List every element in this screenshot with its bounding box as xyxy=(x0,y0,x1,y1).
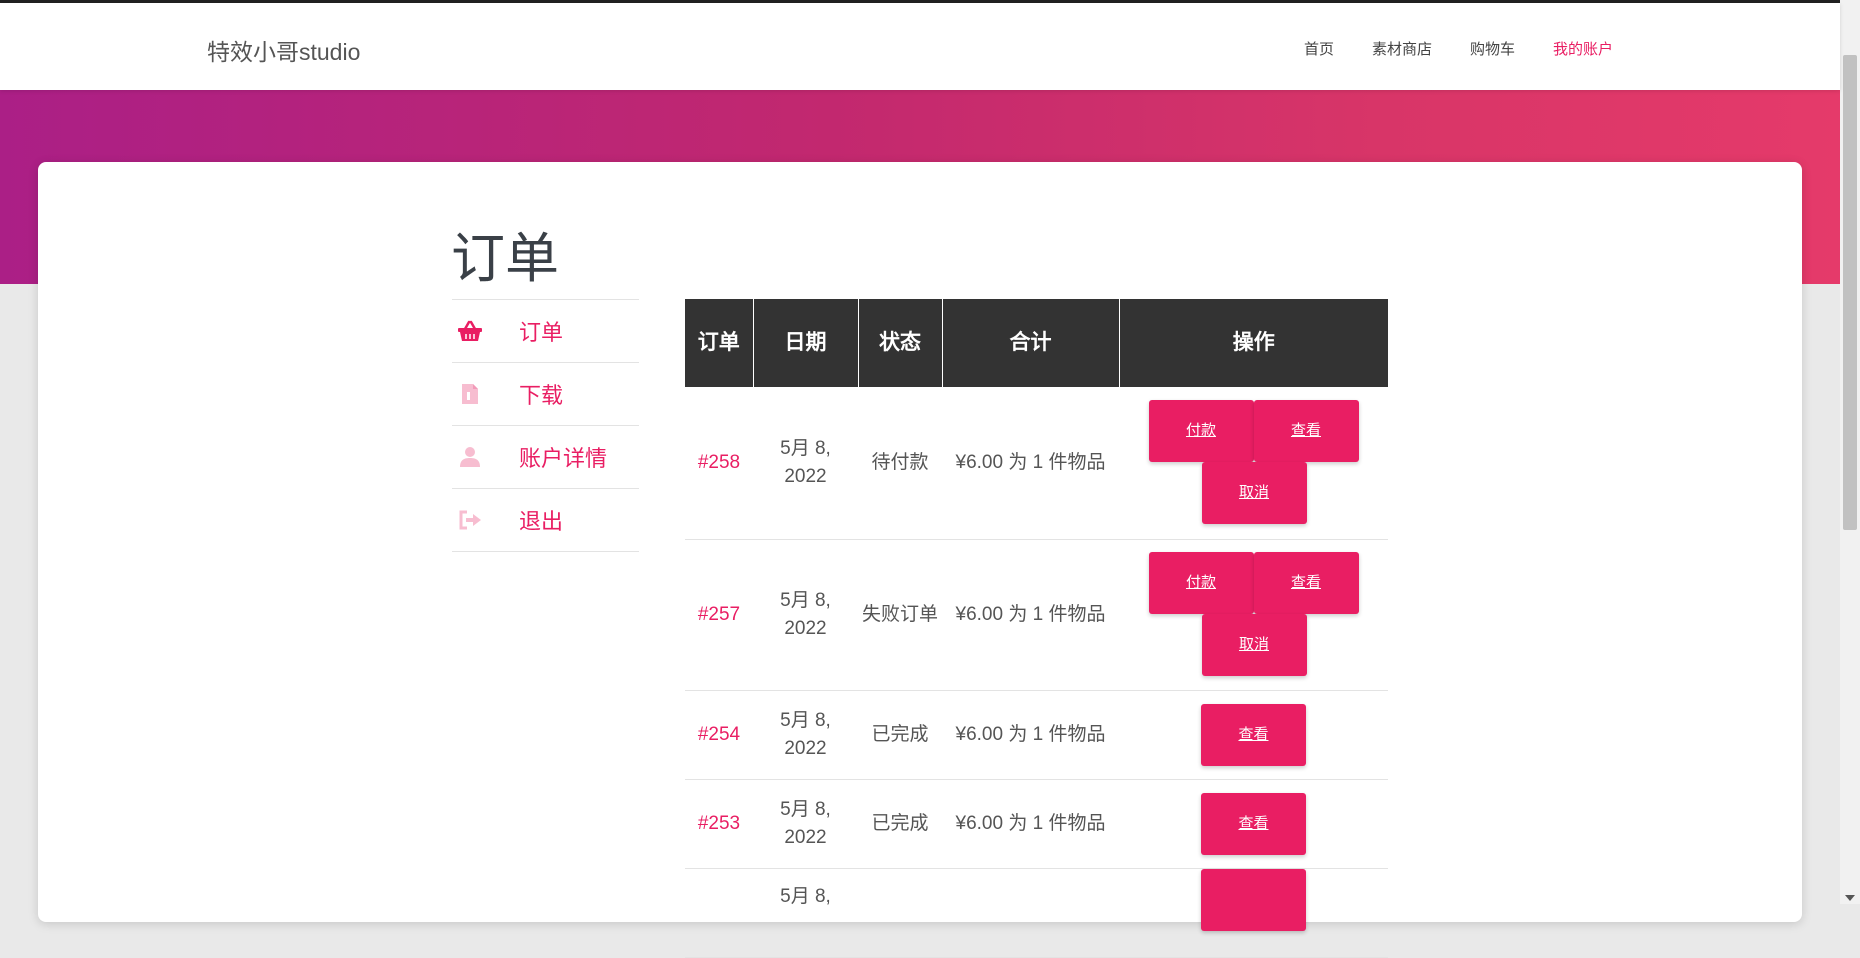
order-status: 已完成 xyxy=(858,779,942,869)
order-status: 已完成 xyxy=(858,690,942,780)
order-status: 待付款 xyxy=(858,387,942,540)
order-total: ¥6.00 为 1 件物品 xyxy=(942,387,1119,540)
view-button[interactable]: 查看 xyxy=(1253,552,1359,614)
order-number-link[interactable]: #257 xyxy=(685,539,753,691)
sidebar-item-label: 订单 xyxy=(519,320,564,345)
order-actions: 查看 xyxy=(1119,779,1388,869)
file-icon xyxy=(457,381,483,407)
order-date: 5月 8, 2022 xyxy=(753,690,858,780)
order-actions xyxy=(1119,868,1388,958)
action-button-group: 付款 查看 取消 xyxy=(1148,400,1359,525)
order-number-link[interactable]: #258 xyxy=(685,387,753,540)
order-status: 失败订单 xyxy=(858,539,942,691)
action-button-group: 查看 xyxy=(1201,792,1306,855)
nav-my-account[interactable]: 我的账户 xyxy=(1553,38,1613,59)
pay-button[interactable]: 付款 xyxy=(1148,400,1254,463)
action-button-group: 查看 xyxy=(1201,703,1306,766)
view-button[interactable]: 查看 xyxy=(1253,400,1359,463)
view-button[interactable]: 查看 xyxy=(1201,792,1306,855)
order-actions: 查看 xyxy=(1119,690,1388,780)
cancel-button[interactable]: 取消 xyxy=(1201,462,1307,525)
column-header-actions: 操作 xyxy=(1118,299,1388,387)
order-number-link[interactable] xyxy=(685,868,753,958)
order-total: ¥6.00 为 1 件物品 xyxy=(942,779,1119,869)
sidebar-item-logout[interactable]: 退出 xyxy=(452,489,639,552)
sidebar-item-label: 账户详情 xyxy=(519,446,608,471)
nav-shop[interactable]: 素材商店 xyxy=(1372,38,1432,59)
orders-table-wrapper: 订单 日期 状态 合计 操作 #258 5月 8, 2022 待付款 ¥6.00… xyxy=(685,299,1388,958)
cancel-button[interactable]: 取消 xyxy=(1201,614,1307,676)
order-status xyxy=(858,868,942,958)
basket-icon xyxy=(457,318,483,344)
order-actions: 付款 查看 取消 xyxy=(1119,539,1388,691)
scroll-down-arrow-icon[interactable] xyxy=(1845,895,1855,901)
order-total: ¥6.00 为 1 件物品 xyxy=(942,690,1119,780)
nav-cart[interactable]: 购物车 xyxy=(1470,38,1515,59)
order-total: ¥6.00 为 1 件物品 xyxy=(942,539,1119,691)
scrollbar-thumb[interactable] xyxy=(1843,55,1857,530)
account-sidebar: 订单 下载 账户详情 退出 xyxy=(452,299,639,552)
column-header-status: 状态 xyxy=(857,299,942,387)
table-row: #257 5月 8, 2022 失败订单 ¥6.00 为 1 件物品 付款 查看… xyxy=(685,539,1388,691)
table-row: #254 5月 8, 2022 已完成 ¥6.00 为 1 件物品 查看 xyxy=(685,690,1388,780)
page-title: 订单 xyxy=(451,229,559,289)
order-number-link[interactable]: #254 xyxy=(685,690,753,780)
sidebar-item-downloads[interactable]: 下载 xyxy=(452,363,639,426)
user-icon xyxy=(457,444,483,470)
sidebar-item-account-details[interactable]: 账户详情 xyxy=(452,426,639,489)
sidebar-item-label: 退出 xyxy=(519,509,564,534)
order-number-link[interactable]: #253 xyxy=(685,779,753,869)
order-total xyxy=(942,868,1119,958)
action-button-group: 付款 查看 取消 xyxy=(1148,552,1359,677)
order-actions: 付款 查看 取消 xyxy=(1119,387,1388,540)
view-button[interactable]: 查看 xyxy=(1201,703,1306,766)
view-button[interactable] xyxy=(1201,868,1306,931)
main-nav: 首页 素材商店 购物车 我的账户 xyxy=(1304,38,1613,59)
order-date: 5月 8, 2022 xyxy=(753,539,858,691)
order-date: 5月 8, xyxy=(753,868,858,958)
page-scrollbar[interactable] xyxy=(1840,0,1860,904)
order-date: 5月 8, 2022 xyxy=(753,779,858,869)
pay-button[interactable]: 付款 xyxy=(1148,552,1254,614)
column-header-order: 订单 xyxy=(685,299,753,387)
column-header-total: 合计 xyxy=(941,299,1119,387)
table-row: #258 5月 8, 2022 待付款 ¥6.00 为 1 件物品 付款 查看 … xyxy=(685,387,1388,540)
table-row: #253 5月 8, 2022 已完成 ¥6.00 为 1 件物品 查看 xyxy=(685,779,1388,869)
sidebar-item-label: 下载 xyxy=(519,383,564,408)
order-date: 5月 8, 2022 xyxy=(753,387,858,540)
top-navbar: 特效小哥studio 首页 素材商店 购物车 我的账户 xyxy=(0,3,1840,90)
nav-home[interactable]: 首页 xyxy=(1304,38,1334,59)
sidebar-item-orders[interactable]: 订单 xyxy=(452,300,639,363)
action-button-group xyxy=(1201,868,1306,944)
column-header-date: 日期 xyxy=(752,299,858,387)
site-brand[interactable]: 特效小哥studio xyxy=(207,33,360,67)
table-header-row: 订单 日期 状态 合计 操作 xyxy=(685,299,1388,387)
table-row: 5月 8, xyxy=(685,868,1388,958)
sign-out-icon xyxy=(457,507,483,533)
orders-table: 订单 日期 状态 合计 操作 #258 5月 8, 2022 待付款 ¥6.00… xyxy=(685,299,1388,958)
